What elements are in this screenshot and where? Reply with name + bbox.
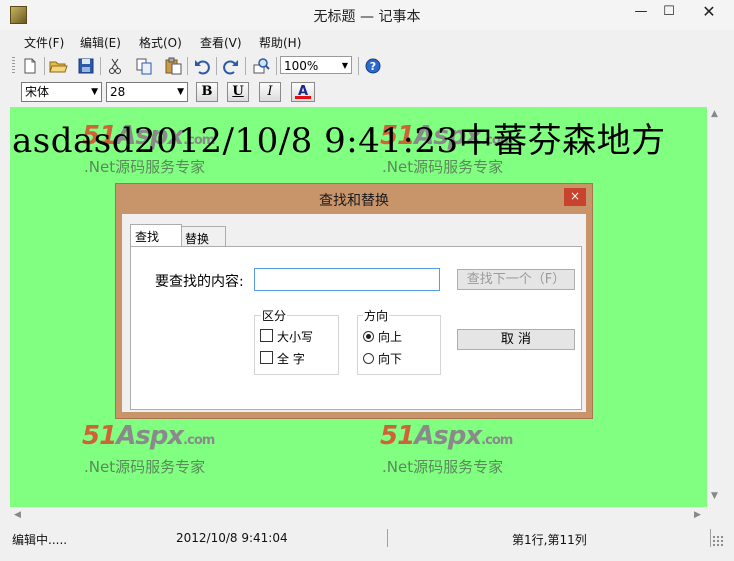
status-separator	[710, 529, 711, 547]
cancel-button[interactable]: 取 消	[457, 329, 575, 350]
status-cursor-position: 第1行,第11列	[512, 533, 587, 547]
font-color-button[interactable]: A	[291, 82, 315, 102]
menu-view[interactable]: 查看(V)	[200, 34, 242, 51]
paste-icon[interactable]	[163, 56, 183, 76]
chevron-down-icon: ▼	[177, 87, 184, 97]
find-label: 要查找的内容:	[155, 274, 244, 290]
watermark: 51Aspx.com .Net源码服务专家	[380, 421, 540, 477]
svg-text:?: ?	[370, 60, 376, 73]
format-bar: 宋体 ▼ 28 ▼ B U I A	[10, 80, 726, 104]
resize-grip-icon[interactable]	[712, 535, 724, 547]
maximize-button[interactable]: ☐	[654, 2, 684, 24]
font-size-value: 28	[110, 85, 126, 99]
toolbar-grip[interactable]	[12, 57, 15, 75]
font-color-swatch	[295, 96, 311, 99]
window-title: 无标题 — 记事本	[313, 9, 421, 25]
toolbar-separator	[358, 57, 359, 75]
close-button[interactable]: ✕	[690, 2, 728, 24]
find-icon[interactable]	[251, 56, 271, 76]
toolbar-separator	[276, 57, 277, 75]
status-bar: 编辑中..... 2012/10/8 9:41:04 第1行,第11列	[0, 529, 734, 547]
watermark-subtitle: .Net源码服务专家	[382, 458, 504, 476]
find-replace-dialog: 查找和替换 × 查找 替换 要查找的内容: 查找下一个（F） 取 消 区分 大小…	[115, 183, 593, 419]
zoom-value: 100%	[284, 59, 319, 73]
status-state: 编辑中.....	[12, 533, 68, 547]
find-input[interactable]	[254, 268, 440, 291]
tab-replace[interactable]: 替换	[180, 226, 226, 246]
watermark: 51Aspx.com .Net源码服务专家	[82, 421, 242, 477]
bold-button[interactable]: B	[196, 82, 218, 102]
open-folder-icon[interactable]	[48, 56, 68, 76]
dialog-body: 查找 替换 要查找的内容: 查找下一个（F） 取 消 区分 大小写 全 字 方向…	[122, 214, 586, 412]
menu-bar: 文件(F) 编辑(E) 格式(O) 查看(V) 帮助(H)	[10, 31, 726, 51]
font-family-value: 宋体	[25, 85, 50, 99]
watermark-logo: 51Aspx.com	[82, 421, 215, 451]
toolbar-separator	[187, 57, 188, 75]
watermark-logo: 51Aspx.com	[380, 421, 513, 451]
scroll-down-icon[interactable]: ▼	[711, 491, 718, 501]
menu-edit[interactable]: 编辑(E)	[80, 34, 121, 51]
match-case-checkbox[interactable]: 大小写	[260, 328, 313, 345]
tab-find[interactable]: 查找	[130, 224, 182, 246]
editor-content[interactable]: asdasd2012/10/8 9:41:23中蕃芬森地方	[12, 113, 666, 162]
dialog-title: 查找和替换	[319, 193, 389, 209]
scroll-right-icon[interactable]: ▶	[694, 510, 701, 520]
font-size-select[interactable]: 28 ▼	[106, 82, 188, 102]
find-next-button[interactable]: 查找下一个（F）	[457, 269, 575, 290]
toolbar: 100% ▼ ?	[10, 54, 726, 78]
radio-selected-icon[interactable]	[363, 331, 374, 342]
chevron-down-icon: ▼	[91, 87, 98, 97]
new-file-icon[interactable]	[20, 56, 40, 76]
toolbar-separator	[245, 57, 246, 75]
minimize-button[interactable]: —	[626, 2, 656, 24]
title-bar: 无标题 — 记事本 — ☐ ✕	[0, 0, 734, 30]
undo-icon[interactable]	[192, 56, 212, 76]
italic-button[interactable]: I	[259, 82, 281, 102]
find-tab-panel: 要查找的内容: 查找下一个（F） 取 消 区分 大小写 全 字 方向 向上 向下	[130, 246, 582, 410]
scroll-left-icon[interactable]: ◀	[14, 510, 21, 520]
copy-icon[interactable]	[134, 56, 154, 76]
zoom-select[interactable]: 100% ▼	[280, 56, 352, 74]
help-icon[interactable]: ?	[363, 56, 383, 76]
status-separator	[387, 529, 388, 547]
whole-word-checkbox[interactable]: 全 字	[260, 350, 305, 367]
status-datetime: 2012/10/8 9:41:04	[176, 531, 288, 545]
direction-up-radio[interactable]: 向上	[363, 328, 402, 345]
toolbar-separator	[100, 57, 101, 75]
radio-icon[interactable]	[363, 353, 374, 364]
redo-icon[interactable]	[221, 56, 241, 76]
chevron-down-icon: ▼	[341, 61, 348, 70]
dialog-close-button[interactable]: ×	[564, 188, 586, 206]
direction-down-radio[interactable]: 向下	[363, 350, 402, 367]
checkbox-icon[interactable]	[260, 351, 273, 364]
horizontal-scrollbar[interactable]: ◀ ▶	[10, 507, 707, 525]
toolbar-separator	[216, 57, 217, 75]
scroll-up-icon[interactable]: ▲	[711, 109, 718, 119]
menu-file[interactable]: 文件(F)	[24, 34, 64, 51]
direction-group-label: 方向	[363, 307, 390, 324]
font-family-select[interactable]: 宋体 ▼	[21, 82, 102, 102]
menu-format[interactable]: 格式(O)	[139, 34, 182, 51]
watermark-subtitle: .Net源码服务专家	[84, 458, 206, 476]
underline-button[interactable]: U	[227, 82, 249, 102]
cut-icon[interactable]	[105, 56, 125, 76]
menu-help[interactable]: 帮助(H)	[259, 34, 301, 51]
vertical-scrollbar[interactable]: ▲ ▼	[707, 107, 725, 507]
checkbox-icon[interactable]	[260, 329, 273, 342]
save-icon[interactable]	[76, 56, 96, 76]
toolbar-separator	[44, 57, 45, 75]
case-group-label: 区分	[261, 307, 288, 324]
